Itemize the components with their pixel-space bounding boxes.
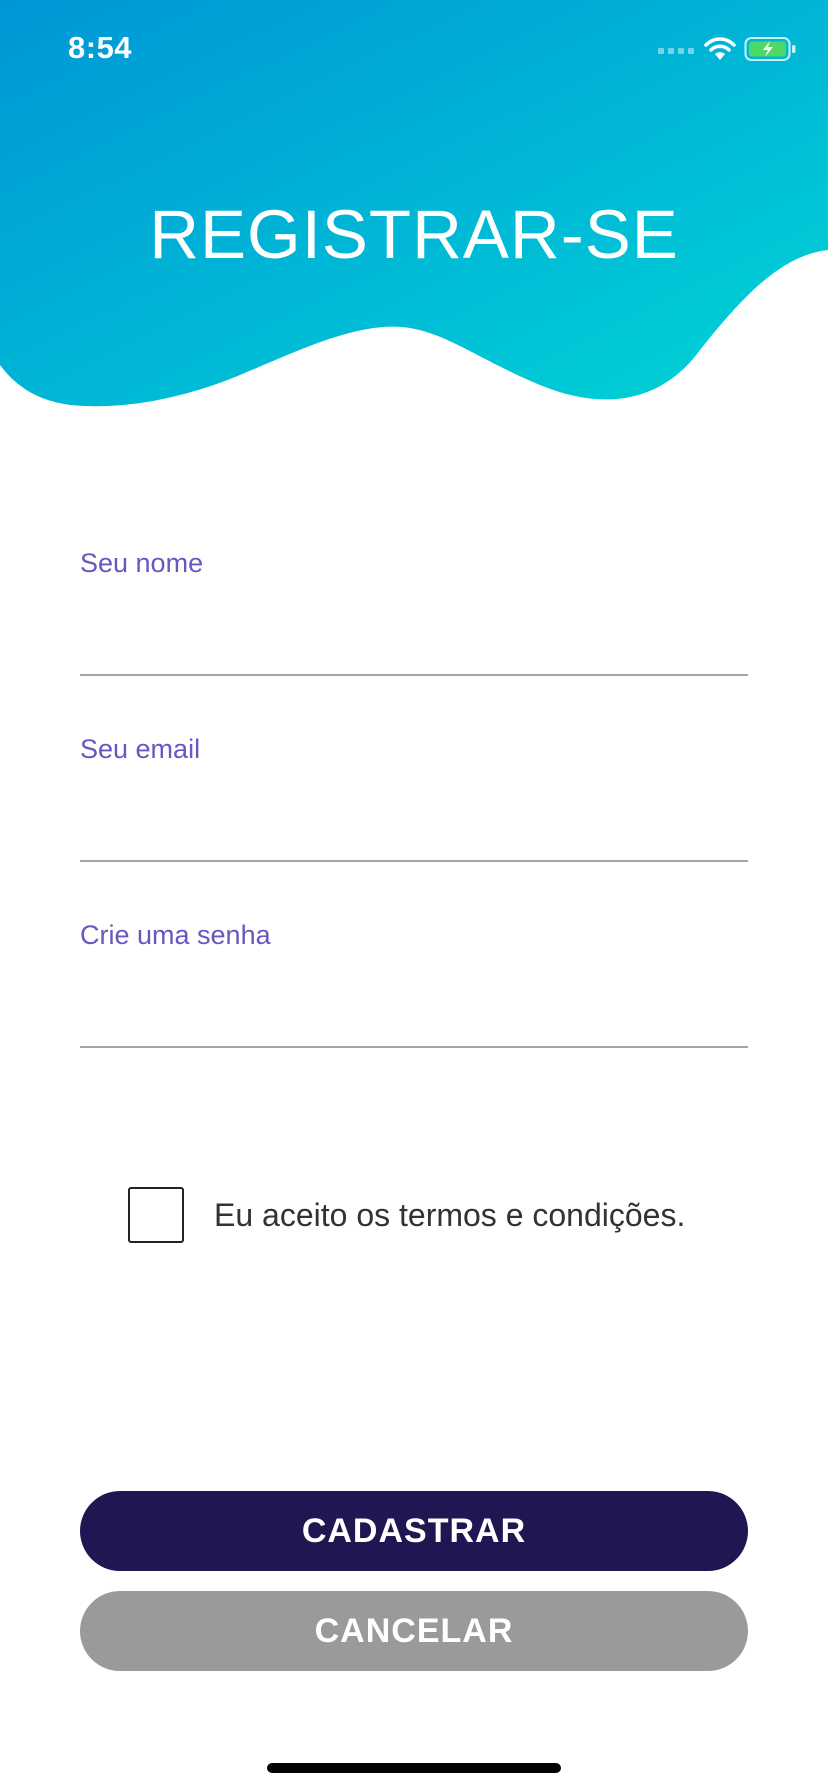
page-title: REGISTRAR-SE	[149, 196, 679, 273]
battery-charging-icon	[744, 37, 796, 61]
terms-checkbox[interactable]	[128, 1187, 184, 1243]
name-field: Seu nome	[80, 548, 748, 678]
wifi-icon	[704, 37, 736, 60]
password-field-label: Crie uma senha	[80, 920, 271, 950]
cancel-button-label: CANCELAR	[314, 1611, 514, 1650]
terms-label: Eu aceito os termos e condições.	[214, 1196, 686, 1233]
terms-row[interactable]: Eu aceito os termos e condições.	[128, 1185, 685, 1245]
email-field-label: Seu email	[80, 734, 201, 764]
password-input[interactable]	[80, 970, 748, 1048]
email-field: Seu email	[80, 734, 748, 864]
name-input[interactable]	[80, 598, 748, 676]
status-bar: 8:54	[0, 0, 828, 100]
email-input[interactable]	[80, 784, 748, 862]
status-time: 8:54	[68, 30, 133, 65]
signal-icon	[658, 48, 694, 54]
password-field: Crie uma senha	[80, 920, 748, 1050]
register-screen: 8:54 REGISTRAR-SE Seu nome Seu email Cri…	[0, 0, 828, 1792]
status-icons	[658, 34, 798, 64]
register-button[interactable]: CADASTRAR	[80, 1491, 748, 1571]
register-button-label: CADASTRAR	[301, 1511, 527, 1550]
home-indicator[interactable]	[267, 1763, 561, 1773]
cancel-button[interactable]: CANCELAR	[80, 1591, 748, 1671]
name-field-label: Seu nome	[80, 548, 204, 578]
